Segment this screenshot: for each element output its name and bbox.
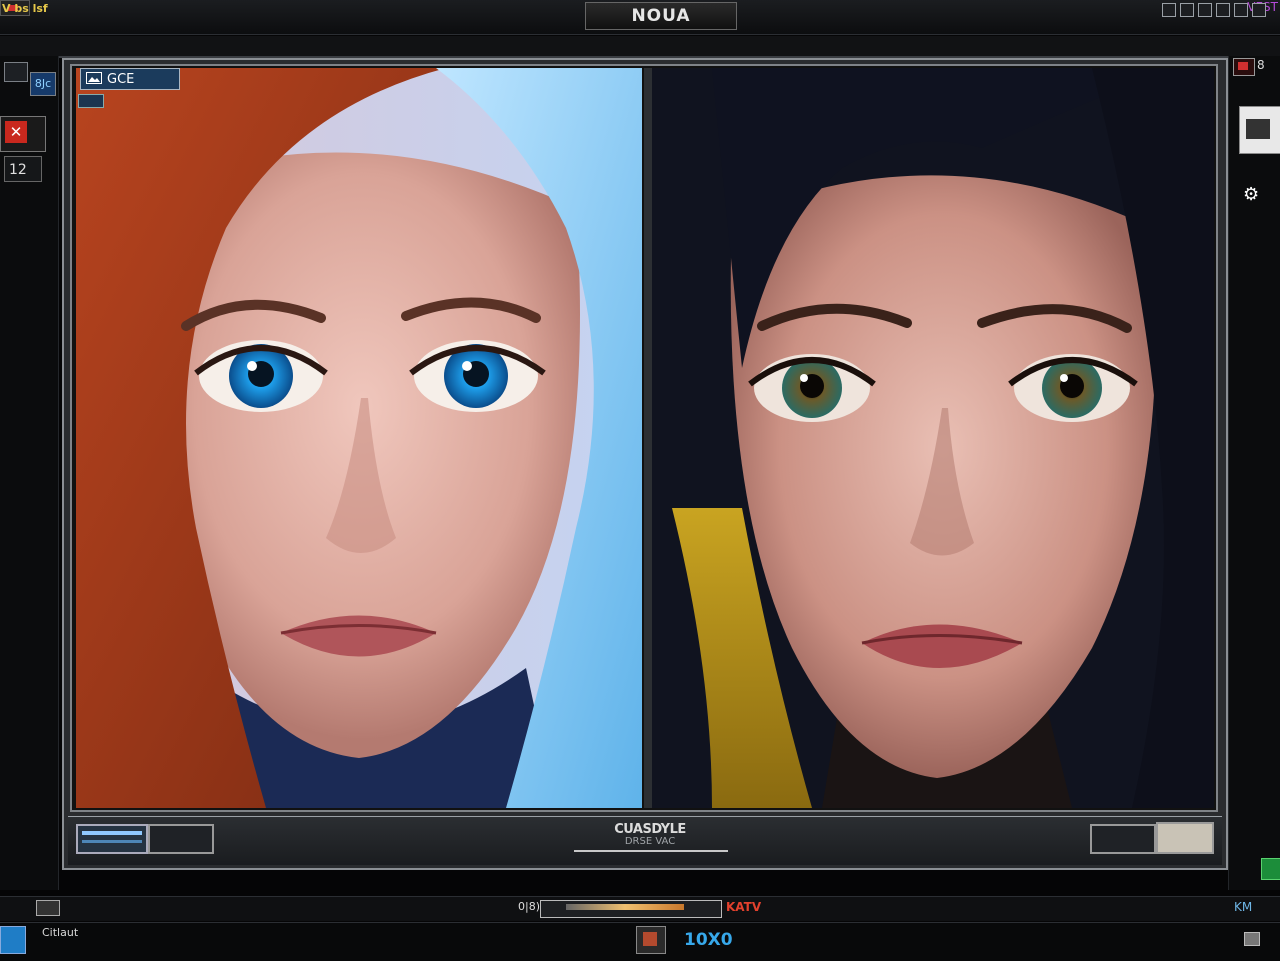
- image-icon: [86, 72, 102, 84]
- toolbar-expand-icon[interactable]: [1216, 3, 1230, 17]
- status-red-label: KATV: [726, 900, 762, 914]
- tools-icon[interactable]: ⚙: [1243, 184, 1277, 210]
- status-green-icon[interactable]: [1261, 858, 1280, 880]
- image-panel-right[interactable]: [652, 68, 1214, 808]
- left-panel: 8Jc ✕ 12: [0, 56, 59, 890]
- toolbar-split-icon[interactable]: [1198, 3, 1212, 17]
- close-icon: ✕: [5, 121, 27, 143]
- toolbar-label[interactable]: V bs lsf: [2, 2, 48, 15]
- image-panel-left[interactable]: [76, 68, 642, 808]
- right-panel-label: 8: [1257, 58, 1265, 72]
- toolbar-grid-icon[interactable]: [1180, 3, 1194, 17]
- record-icon[interactable]: [1233, 58, 1255, 76]
- scanner-icon[interactable]: [1239, 106, 1280, 154]
- timeline-button[interactable]: [76, 824, 148, 854]
- viewer-sub-icon[interactable]: [78, 94, 104, 108]
- control-title: CUASDYLE: [614, 822, 686, 837]
- preview-button[interactable]: [1156, 822, 1214, 854]
- left-panel-red-button[interactable]: ✕: [0, 116, 46, 152]
- toolbar-close-icon[interactable]: [1252, 3, 1266, 17]
- left-slot-button[interactable]: [148, 824, 214, 854]
- portrait-right-image: [652, 68, 1214, 808]
- status-right-label: KM: [1234, 900, 1253, 914]
- resolution-readout: 10X0: [684, 930, 733, 950]
- tray-icon[interactable]: [1244, 932, 1260, 946]
- status-left-label: Citlaut: [42, 926, 79, 939]
- left-panel-badge[interactable]: 8Jc: [30, 72, 56, 96]
- right-panel: 8 ⚙: [1228, 56, 1280, 890]
- left-panel-number: 12: [4, 156, 42, 182]
- window-title: NOUA: [585, 2, 737, 30]
- start-icon[interactable]: [0, 926, 26, 954]
- thumbnail-icon[interactable]: [636, 926, 666, 954]
- toolbar-window-icon[interactable]: [1162, 3, 1176, 17]
- toolbar: [0, 36, 1280, 58]
- left-panel-tool-icon[interactable]: [4, 62, 28, 82]
- right-slot-button[interactable]: [1090, 824, 1156, 854]
- control-divider: [574, 850, 728, 852]
- status-center-label: 0|8): [518, 900, 540, 913]
- window-icon[interactable]: [36, 900, 60, 916]
- panel-divider[interactable]: [644, 68, 652, 808]
- toolbar-minimize-icon[interactable]: [1234, 3, 1248, 17]
- control-subtitle: DRSE VAC: [624, 836, 676, 847]
- progress-fill: [566, 904, 684, 910]
- portrait-left-image: [76, 68, 642, 808]
